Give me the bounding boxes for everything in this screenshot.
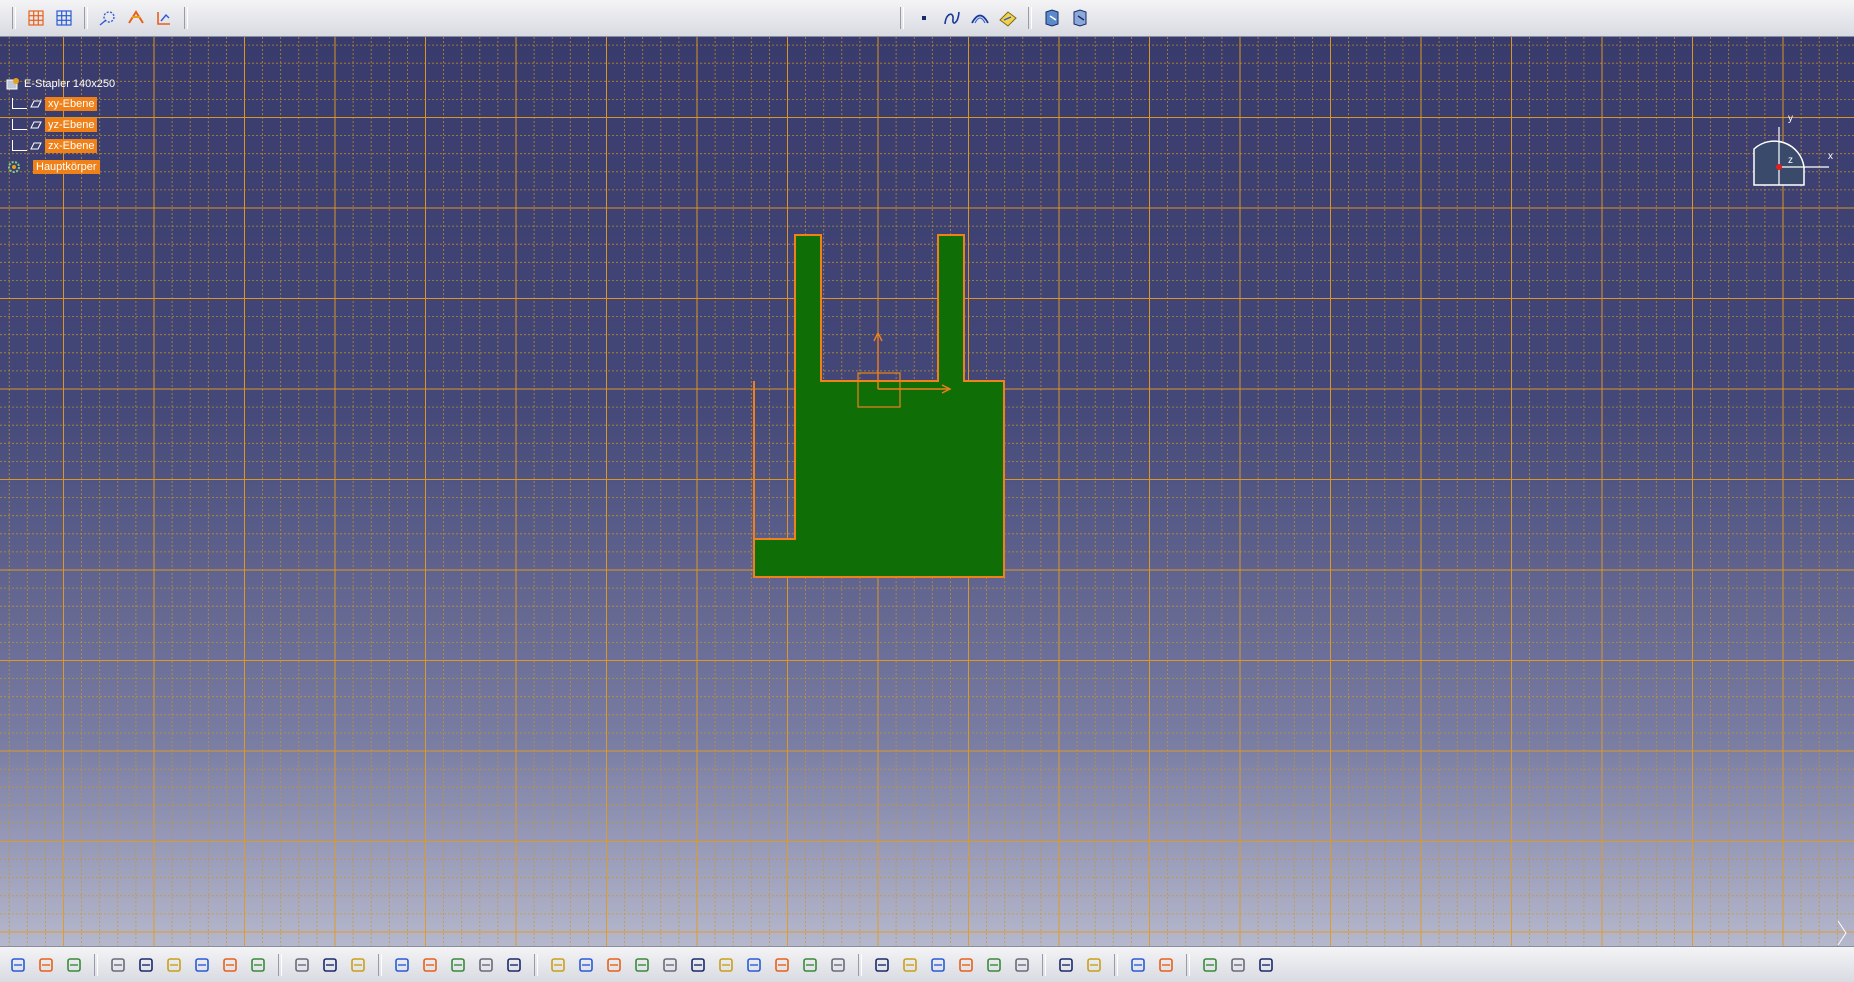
body-icon	[8, 160, 20, 173]
tree-node-label: yz-Ebene	[45, 117, 98, 132]
toolbar-separator	[1042, 953, 1046, 976]
toolbar-separator	[1114, 953, 1118, 976]
multi-view-icon[interactable]	[742, 953, 766, 977]
table-icon[interactable]	[418, 953, 442, 977]
camera-icon[interactable]	[1082, 953, 1106, 977]
sketch-analysis-icon[interactable]	[152, 6, 176, 30]
tree-node-zx-plane[interactable]: zx-Ebene	[12, 135, 115, 156]
compass-y-label: y	[1788, 113, 1793, 124]
top-toolbar	[0, 0, 1854, 37]
toolbar-separator	[378, 953, 382, 976]
bottom-toolbar	[0, 946, 1854, 982]
fly-icon[interactable]	[546, 953, 570, 977]
cut-icon[interactable]	[134, 953, 158, 977]
spline-icon[interactable]	[940, 6, 964, 30]
tree-connector	[12, 119, 27, 130]
cut-part-icon[interactable]	[124, 6, 148, 30]
compass-x-label: x	[1828, 151, 1833, 162]
tree-node-label: xy-Ebene	[45, 96, 98, 111]
zoom-in-icon[interactable]	[658, 953, 682, 977]
toolbar-separator	[12, 7, 16, 29]
sketch-icon[interactable]	[1126, 953, 1150, 977]
conic-icon[interactable]	[968, 6, 992, 30]
bottom-toolbar-group	[6, 947, 1278, 982]
macro-icon[interactable]	[474, 953, 498, 977]
top-toolbar-left-group	[8, 0, 192, 36]
tree-root-label: E-Stapler 140x250	[24, 78, 116, 90]
sketch-fill[interactable]	[753, 234, 1005, 578]
3d-viewport[interactable]: E-Stapler 140x250 xy-Ebene yz-Ebene zx-E…	[0, 37, 1854, 946]
construction-geometry-icon[interactable]	[96, 6, 120, 30]
transform-icon[interactable]	[1254, 953, 1278, 977]
compass-z-label: z	[1788, 155, 1793, 166]
tools-icon[interactable]	[502, 953, 526, 977]
pocket-icon[interactable]	[1198, 953, 1222, 977]
open-icon[interactable]	[34, 953, 58, 977]
compass-widget[interactable]: y x z	[1734, 107, 1834, 227]
tree-node-main-body[interactable]: Hauptkörper	[6, 156, 115, 177]
toolbar-separator	[900, 7, 904, 29]
specification-tree: E-Stapler 140x250 xy-Ebene yz-Ebene zx-E…	[6, 75, 115, 177]
dimension-icon[interactable]	[926, 953, 950, 977]
comment-icon[interactable]	[346, 953, 370, 977]
undo-icon[interactable]	[218, 953, 242, 977]
hide-show-icon[interactable]	[826, 953, 850, 977]
toolbar-separator	[534, 953, 538, 976]
pan-icon[interactable]	[602, 953, 626, 977]
measure-icon[interactable]	[1010, 953, 1034, 977]
plane-icon	[30, 100, 42, 107]
save-icon[interactable]	[62, 953, 86, 977]
tree-icon[interactable]	[446, 953, 470, 977]
tree-node-label: zx-Ebene	[45, 138, 98, 153]
toolbar-separator	[1186, 953, 1190, 976]
spline-tool-icon[interactable]	[1226, 953, 1250, 977]
tree-connector	[12, 140, 27, 151]
swap-icon[interactable]	[870, 953, 894, 977]
redo-icon[interactable]	[246, 953, 270, 977]
exit-workbench-2-icon[interactable]	[1068, 6, 1092, 30]
constraint-list-icon[interactable]	[954, 953, 978, 977]
shading-icon[interactable]	[798, 953, 822, 977]
sketch-profile[interactable]	[753, 234, 1005, 578]
axis-indicator-icon	[1836, 919, 1850, 946]
plane-icon	[30, 142, 42, 149]
fit-all-icon[interactable]	[574, 953, 598, 977]
tree-node-yz-plane[interactable]: yz-Ebene	[12, 114, 115, 135]
formula-icon[interactable]	[318, 953, 342, 977]
toolbar-separator	[84, 7, 88, 29]
tree-connector	[12, 98, 27, 109]
analysis-icon[interactable]	[982, 953, 1006, 977]
paste-icon[interactable]	[190, 953, 214, 977]
plane-icon	[30, 121, 42, 128]
iso-view-icon[interactable]	[770, 953, 794, 977]
snap-grid-icon[interactable]	[52, 6, 76, 30]
measure-item-icon[interactable]	[1054, 953, 1078, 977]
print-icon[interactable]	[106, 953, 130, 977]
tree-node-label: Hauptkörper	[33, 159, 100, 174]
toolbar-separator	[858, 953, 862, 976]
top-toolbar-right-group	[896, 0, 1092, 36]
point-icon[interactable]	[912, 6, 936, 30]
part-icon	[6, 78, 19, 90]
whats-this-icon[interactable]	[290, 953, 314, 977]
knowledge-icon[interactable]	[390, 953, 414, 977]
new-icon[interactable]	[6, 953, 30, 977]
grid-icon[interactable]	[24, 6, 48, 30]
exit-workbench-icon[interactable]	[1040, 6, 1064, 30]
tree-root[interactable]: E-Stapler 140x250	[6, 75, 115, 93]
toolbar-separator	[184, 7, 188, 29]
toolbar-separator	[1028, 7, 1032, 29]
toolbar-separator	[278, 953, 282, 976]
profile-edit-icon[interactable]	[996, 6, 1020, 30]
tree-node-xy-plane[interactable]: xy-Ebene	[12, 93, 115, 114]
compass-origin	[1776, 164, 1782, 170]
constraint-icon[interactable]	[898, 953, 922, 977]
rotate-icon[interactable]	[630, 953, 654, 977]
sketch-position-icon[interactable]	[1154, 953, 1178, 977]
normal-view-icon[interactable]	[714, 953, 738, 977]
toolbar-separator	[94, 953, 98, 976]
sketch-grid	[0, 37, 1854, 946]
zoom-out-icon[interactable]	[686, 953, 710, 977]
copy-icon[interactable]	[162, 953, 186, 977]
